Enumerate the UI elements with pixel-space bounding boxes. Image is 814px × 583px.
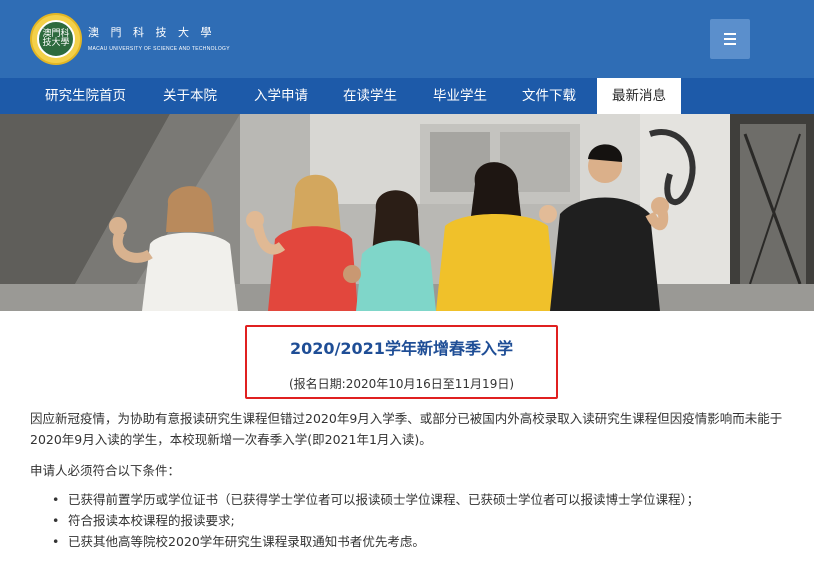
hamburger-menu-button[interactable] <box>710 19 750 59</box>
university-logo[interactable]: 澳門科技大學 <box>30 13 82 65</box>
nav-item-current-students[interactable]: 在读学生 <box>343 78 397 114</box>
main-navigation: 研究生院首页 关于本院 入学申请 在读学生 毕业学生 文件下载 最新消息 <box>0 78 814 114</box>
nav-item-admission[interactable]: 入学申请 <box>254 78 308 114</box>
site-header: 澳門科技大學 澳 門 科 技 大 學 MACAU UNIVERSITY OF S… <box>0 0 814 78</box>
brand-english-name: MACAU UNIVERSITY OF SCIENCE AND TECHNOLO… <box>88 46 230 52</box>
list-item: 已获得前置学历或学位证书（已获得学士学位者可以报读硕士学位课程、已获硕士学位者可… <box>52 489 790 510</box>
intro-paragraph: 因应新冠疫情，为协助有意报读研究生课程但错过2020年9月入学季、或部分已被国内… <box>30 411 783 447</box>
spring-intake-notice: 2020/2021学年新增春季入学 (报名日期:2020年10月16日至11月1… <box>245 325 558 399</box>
requirements-list: 已获得前置学历或学位证书（已获得学士学位者可以报读硕士学位课程、已获硕士学位者可… <box>30 489 790 552</box>
brand-chinese-name: 澳 門 科 技 大 學 <box>88 26 216 39</box>
logo-emblem: 澳門科技大學 <box>37 20 75 58</box>
nav-item-graduates[interactable]: 毕业学生 <box>433 78 487 114</box>
hero-banner <box>0 114 814 311</box>
nav-item-graduate-home[interactable]: 研究生院首页 <box>45 78 126 114</box>
hamburger-menu-icon-bar <box>724 43 736 45</box>
logo-text: 澳門科技大學 <box>42 28 70 48</box>
requirements-heading: 申请人必须符合以下条件： <box>30 463 181 478</box>
students-waving-photo <box>0 114 814 311</box>
notice-application-dates: (报名日期:2020年10月16日至11月19日) <box>288 377 515 391</box>
article-content: 因应新冠疫情，为协助有意报读研究生课程但错过2020年9月入学季、或部分已被国内… <box>30 408 790 552</box>
hamburger-menu-icon <box>724 33 736 35</box>
nav-item-about[interactable]: 关于本院 <box>163 78 217 114</box>
nav-item-downloads[interactable]: 文件下载 <box>522 78 576 114</box>
hamburger-menu-icon-bar <box>724 38 736 40</box>
list-item: 符合报读本校课程的报读要求; <box>52 510 790 531</box>
university-brand[interactable]: 澳 門 科 技 大 學 MACAU UNIVERSITY OF SCIENCE … <box>88 24 230 52</box>
list-item: 已获其他高等院校2020学年研究生课程录取通知书者优先考虑。 <box>52 531 790 552</box>
notice-title[interactable]: 2020/2021学年新增春季入学 <box>247 335 556 359</box>
nav-item-latest-news[interactable]: 最新消息 <box>597 78 681 114</box>
